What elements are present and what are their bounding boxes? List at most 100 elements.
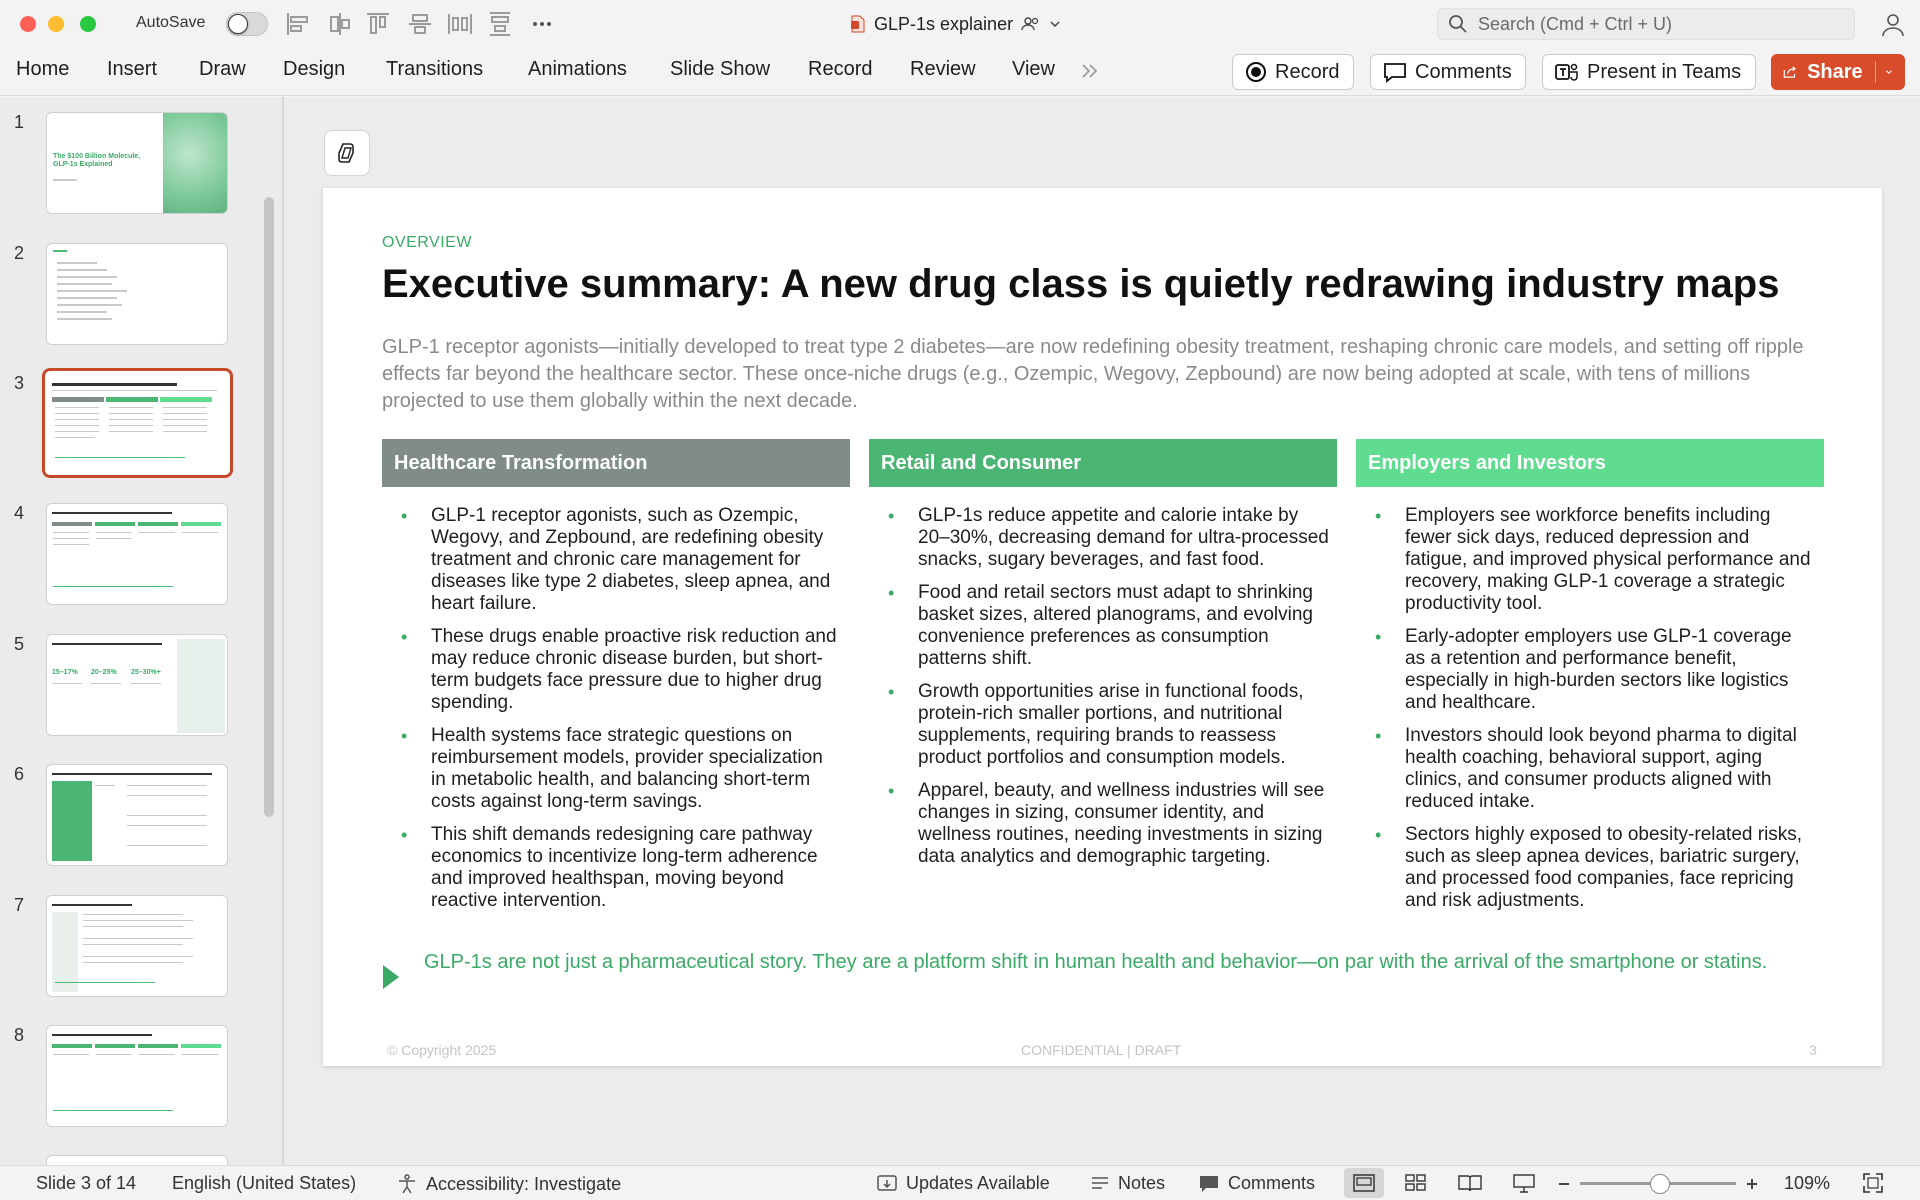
zoom-out-icon[interactable] xyxy=(1556,1176,1572,1192)
zoom-in-icon[interactable] xyxy=(1744,1176,1760,1192)
document-title-area[interactable]: GLP-1s explainer xyxy=(850,12,1061,36)
comments-button-label: Comments xyxy=(1415,60,1512,83)
tab-record[interactable]: Record xyxy=(808,58,872,81)
tab-design[interactable]: Design xyxy=(283,58,345,81)
tab-review[interactable]: Review xyxy=(910,58,976,81)
status-comments-button[interactable]: Comments xyxy=(1198,1173,1315,1194)
normal-view-button[interactable] xyxy=(1344,1168,1384,1198)
slide-title[interactable]: Executive summary: A new drug class is q… xyxy=(382,262,1842,307)
fit-to-window-icon[interactable] xyxy=(1862,1172,1884,1194)
record-button[interactable]: Record xyxy=(1232,54,1354,90)
tab-view[interactable]: View xyxy=(1012,58,1055,81)
column-heading: Employers and Investors xyxy=(1356,439,1824,487)
thumb-title-line xyxy=(52,383,177,386)
normal-view-icon xyxy=(1353,1174,1375,1192)
thumb-col-head xyxy=(95,522,135,526)
more-options-icon[interactable] xyxy=(528,10,556,38)
copilot-button[interactable] xyxy=(324,130,370,176)
thumb-line xyxy=(109,407,153,408)
thumbnail-canvas: The $100 Billion Molecule, GLP-1s Explai… xyxy=(47,113,227,213)
slide-thumbnail-9[interactable] xyxy=(46,1155,228,1165)
thumb-col-head xyxy=(160,397,212,402)
align-left-icon[interactable] xyxy=(284,10,312,38)
share-icon xyxy=(1783,66,1797,78)
slide-sorter-view-button[interactable] xyxy=(1396,1168,1436,1198)
zoom-slider-knob[interactable] xyxy=(1650,1174,1670,1194)
thumb-callout-line xyxy=(55,457,185,458)
thumb-line xyxy=(127,845,207,846)
autosave-label: AutoSave xyxy=(136,14,206,31)
present-in-teams-button[interactable]: Present in Teams xyxy=(1542,54,1756,90)
slide-counter: Slide 3 of 14 xyxy=(36,1173,137,1193)
zoom-level[interactable]: 109% xyxy=(1784,1173,1830,1194)
tab-home[interactable]: Home xyxy=(16,58,69,81)
account-icon[interactable] xyxy=(1880,12,1906,38)
align-top-icon[interactable] xyxy=(364,10,392,38)
updates-button[interactable]: Updates Available xyxy=(876,1173,1050,1194)
slide[interactable]: OVERVIEW Executive summary: A new drug c… xyxy=(323,188,1882,1066)
align-center-icon[interactable] xyxy=(326,10,354,38)
thumb-line xyxy=(127,795,207,796)
align-middle-icon[interactable] xyxy=(406,10,434,38)
title-bar: AutoSave GLP-1s explainer xyxy=(0,0,1920,48)
thumbnail-scrollbar[interactable] xyxy=(264,197,274,817)
column-employers[interactable]: Employers and Investors Employers see wo… xyxy=(1356,439,1824,923)
thumb-line xyxy=(53,1054,89,1055)
tab-draw[interactable]: Draw xyxy=(199,58,246,81)
presenter-view-button[interactable] xyxy=(1504,1168,1544,1198)
thumb-line xyxy=(163,413,207,414)
bullet-item: Food and retail sectors must adapt to sh… xyxy=(869,582,1329,670)
slide-thumbnail-2[interactable] xyxy=(46,243,228,345)
thumb-line xyxy=(96,1054,132,1055)
thumb-col-head xyxy=(52,522,92,526)
slide-thumbnail-7[interactable] xyxy=(46,895,228,997)
thumbnail-canvas xyxy=(47,765,227,865)
search-box[interactable] xyxy=(1437,8,1855,40)
search-input[interactable] xyxy=(1478,13,1838,35)
tab-animations[interactable]: Animations xyxy=(528,58,627,81)
column-healthcare[interactable]: Healthcare Transformation GLP-1 receptor… xyxy=(382,439,850,923)
comment-icon xyxy=(1384,63,1406,83)
notes-button[interactable]: Notes xyxy=(1090,1173,1165,1194)
grid-icon xyxy=(1405,1174,1426,1191)
language-indicator[interactable]: English (United States) xyxy=(172,1173,356,1194)
tab-slide-show[interactable]: Slide Show xyxy=(670,58,770,81)
autosave-toggle[interactable] xyxy=(226,12,268,36)
thumb-line xyxy=(57,311,107,313)
thumb-line xyxy=(127,825,207,826)
slide-thumbnail-5[interactable]: 15–17% 20–25% 25–30%+ xyxy=(46,634,228,736)
bullet-item: Growth opportunities arise in functional… xyxy=(869,681,1329,769)
reading-view-button[interactable] xyxy=(1450,1168,1490,1198)
thumb-number: 7 xyxy=(14,895,25,915)
column-retail[interactable]: Retail and Consumer GLP-1s reduce appeti… xyxy=(869,439,1337,879)
accessibility-icon xyxy=(399,1174,415,1194)
thumb-line xyxy=(127,785,207,786)
thumb-line xyxy=(57,304,122,306)
thumb-number: 6 xyxy=(14,764,25,784)
accessibility-label: Accessibility: Investigate xyxy=(426,1173,622,1194)
slide-thumbnail-6[interactable] xyxy=(46,764,228,866)
column-heading: Healthcare Transformation xyxy=(382,439,850,487)
distribute-horizontal-icon[interactable] xyxy=(446,10,474,38)
thumb-line xyxy=(57,262,97,264)
slide-intro[interactable]: GLP-1 receptor agonists—initially develo… xyxy=(382,334,1822,415)
slide-thumbnail-3[interactable] xyxy=(42,368,233,478)
tab-transitions[interactable]: Transitions xyxy=(386,58,483,81)
comments-button[interactable]: Comments xyxy=(1370,54,1526,90)
tab-insert[interactable]: Insert xyxy=(107,58,157,81)
slide-thumbnail-8[interactable] xyxy=(46,1025,228,1127)
close-window-button[interactable] xyxy=(20,16,36,32)
minimize-window-button[interactable] xyxy=(48,16,64,32)
slide-thumbnail-1[interactable]: The $100 Billion Molecule, GLP-1s Explai… xyxy=(46,112,228,214)
share-button[interactable]: Share xyxy=(1771,54,1905,90)
distribute-vertical-icon[interactable] xyxy=(486,10,514,38)
slide-thumbnail-4[interactable] xyxy=(46,503,228,605)
callout-text[interactable]: GLP-1s are not just a pharmaceutical sto… xyxy=(424,949,1824,976)
book-icon xyxy=(1458,1175,1482,1192)
share-chevron-down-icon[interactable] xyxy=(1885,66,1893,78)
more-tabs-chevron-icon[interactable] xyxy=(1080,62,1100,80)
thumb-line xyxy=(83,962,183,963)
thumb-line xyxy=(57,318,112,320)
accessibility-button[interactable]: Accessibility: Investigate xyxy=(396,1173,621,1195)
maximize-window-button[interactable] xyxy=(80,16,96,32)
